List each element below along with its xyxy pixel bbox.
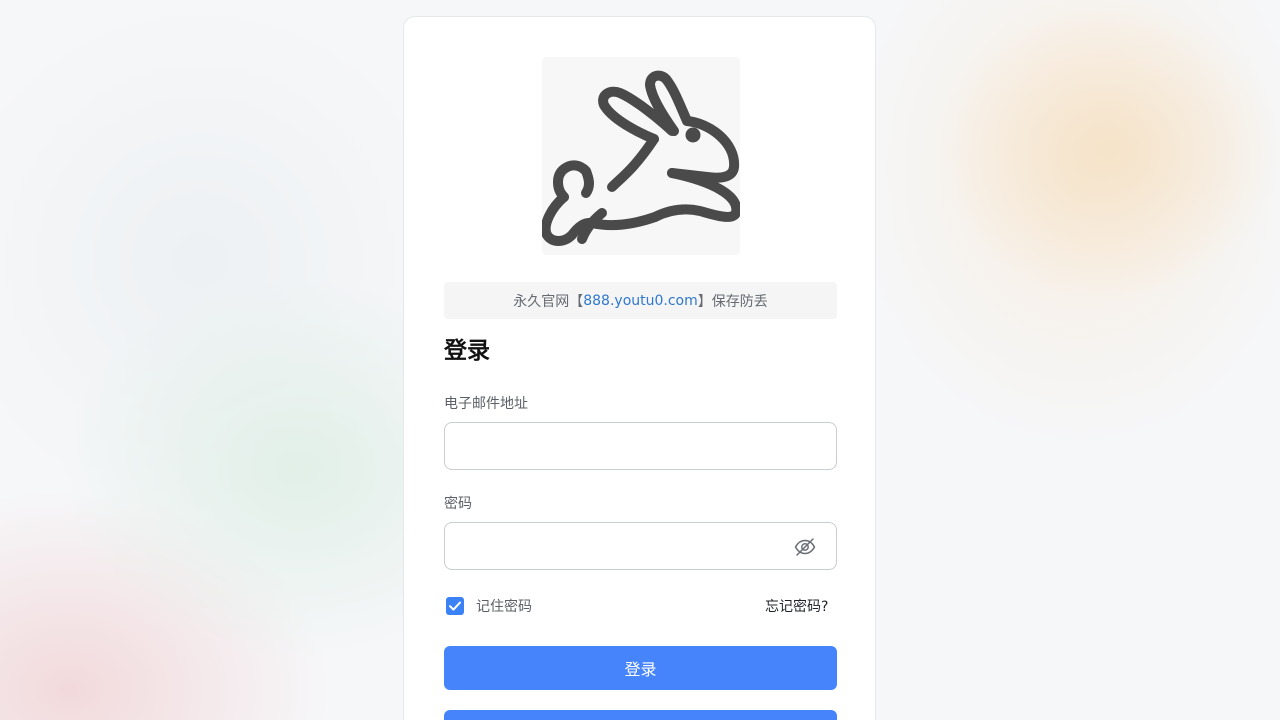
remember-password-checkbox[interactable] [446,597,464,615]
eye-off-icon[interactable] [793,535,817,559]
notice-suffix: 】保存防丢 [697,293,768,310]
secondary-button[interactable] [444,710,837,720]
password-label: 密码 [444,496,472,512]
check-icon [449,601,461,611]
official-site-link[interactable]: 888.youtu0.com [583,293,698,309]
email-label: 电子邮件地址 [444,396,528,412]
remember-password-label[interactable]: 记住密码 [476,597,532,617]
login-card: 永久官网【 888.youtu0.com 】保存防丢 登录 电子邮件地址 密码 记住… [403,16,876,720]
rabbit-icon [542,57,740,255]
forgot-password-link[interactable]: 忘记密码? [765,597,828,617]
official-site-notice: 永久官网【 888.youtu0.com 】保存防丢 [444,282,837,319]
login-button[interactable]: 登录 [444,646,837,690]
password-field[interactable] [444,522,837,570]
email-field[interactable] [444,422,837,470]
notice-prefix: 永久官网【 [513,293,584,310]
page-title: 登录 [444,338,490,364]
